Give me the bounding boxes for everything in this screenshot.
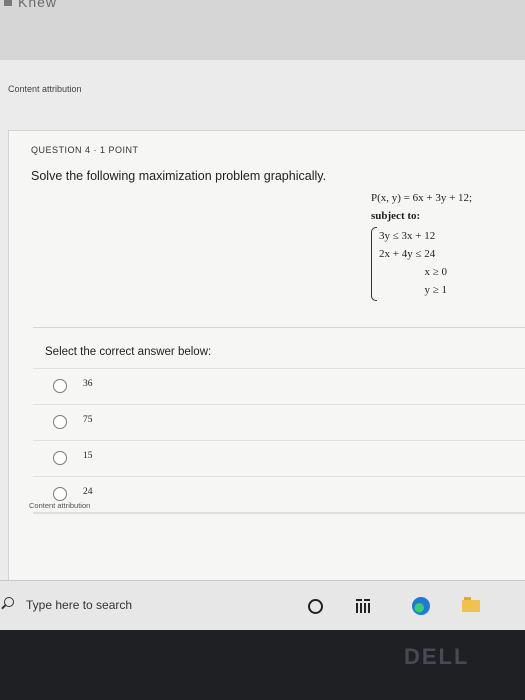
content-attribution-bottom[interactable]: Content attribution — [29, 501, 90, 510]
constraint-item: 3y ≤ 3x + 12 — [379, 230, 436, 242]
answer-option-4[interactable]: 24 — [33, 476, 525, 513]
radio-button[interactable] — [53, 379, 67, 393]
search-icon[interactable] — [4, 597, 14, 607]
answer-option-text: 15 — [83, 451, 93, 461]
question-page: Content attribution QUESTION 4 · 1 POINT… — [0, 60, 525, 581]
radio-button[interactable] — [53, 451, 67, 465]
app-brand: Knew — [18, 0, 58, 10]
answer-option-text: 24 — [83, 487, 93, 497]
answer-option-1[interactable]: 36 — [33, 368, 525, 405]
constraint-list: 3y ≤ 3x + 12 2x + 4y ≤ 24 x ≥ 0 y ≥ 1 — [379, 227, 489, 299]
content-attribution-top[interactable]: Content attribution — [8, 84, 82, 94]
constraint-item: x ≥ 0 — [424, 266, 447, 278]
edge-browser-icon[interactable] — [412, 597, 430, 615]
app-logo-icon — [4, 0, 12, 6]
answer-divider — [33, 512, 525, 514]
answer-option-3[interactable]: 15 — [33, 440, 525, 477]
monitor-bezel: DELL — [0, 630, 525, 700]
monitor-brand-logo: DELL — [404, 644, 470, 669]
question-header: QUESTION 4 · 1 POINT — [31, 145, 139, 155]
problem-statement: P(x, y) = 6x + 3y + 12; subject to: 3y ≤… — [371, 189, 473, 301]
question-prompt: Solve the following maximization problem… — [31, 169, 327, 183]
task-view-icon[interactable] — [356, 599, 370, 613]
answer-section: Select the correct answer below: 36 75 1… — [33, 327, 525, 578]
answer-option-2[interactable]: 75 — [33, 404, 525, 441]
answer-option-text: 36 — [83, 379, 93, 389]
radio-button[interactable] — [53, 487, 67, 501]
file-explorer-icon[interactable] — [462, 597, 480, 612]
constraint-brace — [371, 227, 377, 301]
browser-top-bar: Knew — [0, 0, 525, 61]
taskbar-search-input[interactable]: Type here to search — [26, 598, 132, 612]
answer-option-text: 75 — [83, 415, 93, 425]
subject-to-label: subject to: — [371, 210, 421, 222]
select-answer-label: Select the correct answer below: — [45, 346, 212, 358]
constraint-item: 2x + 4y ≤ 24 — [379, 248, 436, 260]
cortana-icon[interactable] — [308, 599, 323, 614]
constraint-item: y ≥ 1 — [424, 284, 447, 296]
radio-button[interactable] — [53, 415, 67, 429]
question-card: QUESTION 4 · 1 POINT Solve the following… — [8, 130, 525, 581]
windows-taskbar: Type here to search — [0, 580, 525, 631]
objective-function: P(x, y) = 6x + 3y + 12; — [371, 192, 473, 204]
